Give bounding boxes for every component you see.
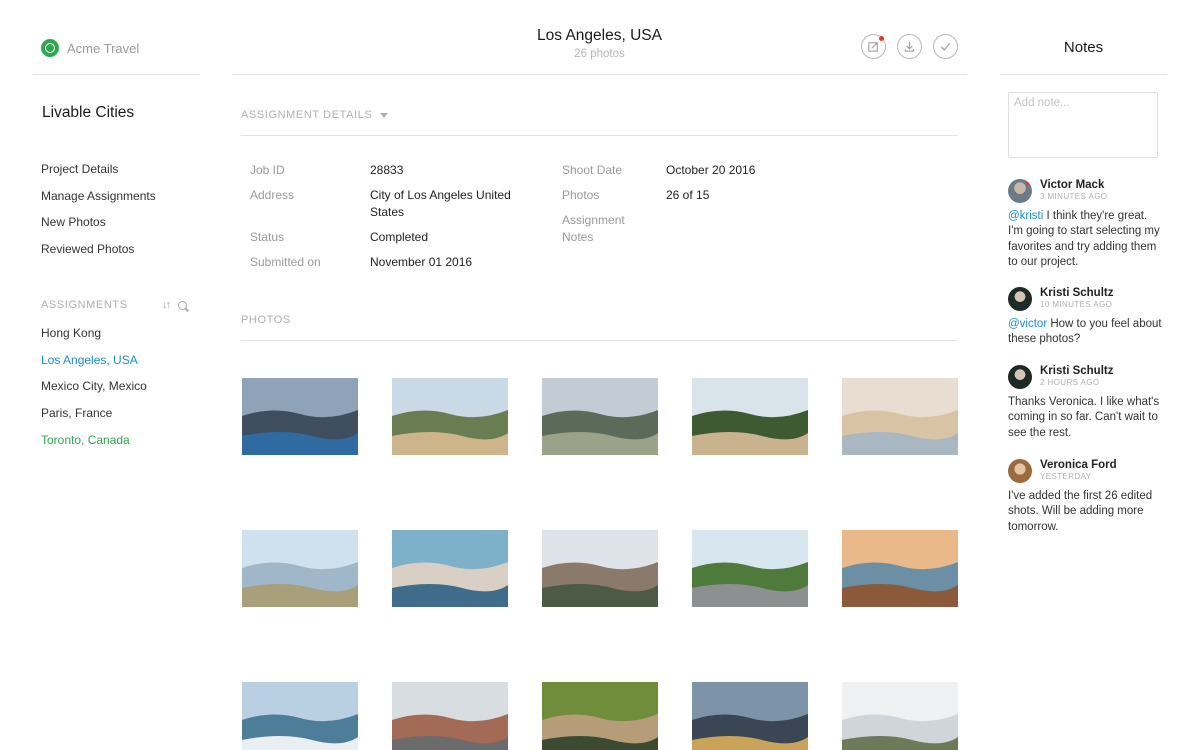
status-label: Status	[250, 230, 285, 244]
address-value: City of Los Angeles United States	[370, 188, 511, 219]
status-value: Completed	[370, 230, 429, 244]
job-id-label: Job ID	[250, 163, 285, 177]
comment-body: Thanks Veronica. I like what's coming in…	[1008, 396, 1160, 439]
nav-item-reviewed-photos[interactable]: Reviewed Photos	[41, 241, 156, 268]
assignment-mexico-city[interactable]: Mexico City, Mexico	[41, 378, 147, 405]
download-button[interactable]	[897, 34, 922, 59]
comment-time: 3 MINUTES AGO	[1040, 192, 1108, 201]
comment-author[interactable]: Kristi Schultz	[1040, 365, 1113, 378]
comment-author[interactable]: Kristi Schultz	[1040, 287, 1113, 300]
comment-body: @victor How to you feel about these phot…	[1008, 317, 1163, 348]
comment-time: 10 MINUTES AGO	[1040, 300, 1113, 309]
page-title: Los Angeles, USA	[537, 27, 662, 44]
notes-divider	[1000, 74, 1167, 75]
assignment-hong-kong[interactable]: Hong Kong	[41, 325, 147, 352]
edit-icon	[868, 42, 878, 52]
header-divider	[232, 74, 967, 75]
comment-author[interactable]: Victor Mack	[1040, 179, 1107, 192]
brand[interactable]: Acme Travel	[41, 39, 139, 57]
comment-time: YESTERDAY	[1040, 472, 1092, 481]
photo-thumbnail[interactable]	[842, 530, 958, 607]
assignment-notes-label: Assignment Notes	[562, 213, 625, 244]
comment: Veronica Ford YESTERDAY I've added the f…	[1008, 458, 1163, 535]
divider	[241, 135, 958, 136]
photo-thumbnail[interactable]	[242, 530, 358, 607]
avatar[interactable]	[1008, 178, 1032, 203]
photo-thumbnail[interactable]	[692, 378, 808, 455]
caret-down-icon	[380, 112, 389, 118]
assignment-toronto[interactable]: Toronto, Canada	[41, 432, 147, 459]
sidebar: Acme Travel Livable Cities Project Detai…	[0, 0, 215, 750]
comment: Kristi Schultz 10 MINUTES AGO @victor Ho…	[1008, 286, 1163, 348]
nav-item-manage-assignments[interactable]: Manage Assignments	[41, 188, 156, 215]
submitted-value: November 01 2016	[370, 255, 473, 269]
comment-author[interactable]: Veronica Ford	[1040, 459, 1117, 472]
comment-body: @kristi I think they're great. I'm going…	[1008, 209, 1163, 270]
photos-label: Photos	[562, 188, 600, 202]
photos-section-label: PHOTOS	[241, 314, 291, 326]
notes-title: Notes	[1063, 39, 1104, 56]
download-icon	[904, 41, 915, 52]
divider	[33, 74, 200, 75]
online-dot	[1026, 178, 1032, 185]
avatar[interactable]	[1008, 364, 1032, 389]
avatar[interactable]	[1008, 458, 1032, 483]
shoot-date-value: October 20 2016	[666, 163, 756, 177]
submitted-label: Submitted on	[250, 255, 321, 269]
assignment-los-angeles[interactable]: Los Angeles, USA	[41, 352, 147, 379]
nav-item-project-details[interactable]: Project Details	[41, 161, 156, 188]
photo-thumbnail[interactable]	[242, 378, 358, 455]
photo-thumbnail[interactable]	[692, 530, 808, 607]
nav-item-new-photos[interactable]: New Photos	[41, 214, 156, 241]
globe-logo-icon	[41, 39, 59, 57]
divider	[241, 340, 958, 341]
project-nav: Project Details Manage Assignments New P…	[41, 161, 156, 268]
mention-link[interactable]: @kristi	[1008, 210, 1043, 222]
comment-body: I've added the first 26 edited shots. Wi…	[1008, 490, 1153, 533]
sort-icon[interactable]: ↓↑	[162, 299, 171, 311]
photo-count: 26 photos	[574, 48, 625, 60]
photo-thumbnail[interactable]	[392, 530, 508, 607]
photo-thumbnail[interactable]	[692, 682, 808, 750]
comment: Kristi Schultz 2 HOURS AGO Thanks Veroni…	[1008, 364, 1163, 441]
assignments-header: ASSIGNMENTS ↓↑	[41, 299, 187, 311]
search-icon[interactable]	[178, 300, 187, 310]
checkmark-icon	[940, 42, 951, 51]
approve-button[interactable]	[933, 34, 958, 59]
assignment-details-toggle[interactable]: ASSIGNMENT DETAILS	[241, 109, 389, 121]
comment-time: 2 HOURS AGO	[1040, 378, 1100, 387]
notification-dot	[879, 36, 884, 41]
photo-thumbnail[interactable]	[392, 682, 508, 750]
photos-value: 26 of 15	[666, 188, 710, 202]
avatar[interactable]	[1008, 286, 1032, 311]
add-note-input[interactable]	[1008, 92, 1158, 158]
brand-name: Acme Travel	[67, 40, 140, 56]
edit-button[interactable]	[861, 34, 886, 59]
job-id-value: 28833	[370, 163, 404, 177]
photo-thumbnail[interactable]	[542, 378, 658, 455]
mention-link[interactable]: @victor	[1008, 318, 1047, 330]
photo-thumbnail[interactable]	[842, 378, 958, 455]
assignments-label: ASSIGNMENTS	[41, 299, 128, 311]
photo-thumbnail[interactable]	[242, 682, 358, 750]
shoot-date-label: Shoot Date	[562, 163, 623, 177]
photo-thumbnail[interactable]	[542, 530, 658, 607]
project-title: Livable Cities	[42, 104, 135, 121]
assignment-paris[interactable]: Paris, France	[41, 405, 147, 432]
address-label: Address	[250, 188, 295, 202]
photo-thumbnail[interactable]	[842, 682, 958, 750]
comment: Victor Mack 3 MINUTES AGO @kristi I thin…	[1008, 178, 1163, 270]
assignment-details-label: ASSIGNMENT DETAILS	[241, 109, 373, 121]
photo-thumbnail[interactable]	[392, 378, 508, 455]
photo-thumbnail[interactable]	[542, 682, 658, 750]
assignments-list: Hong Kong Los Angeles, USA Mexico City, …	[41, 325, 147, 458]
